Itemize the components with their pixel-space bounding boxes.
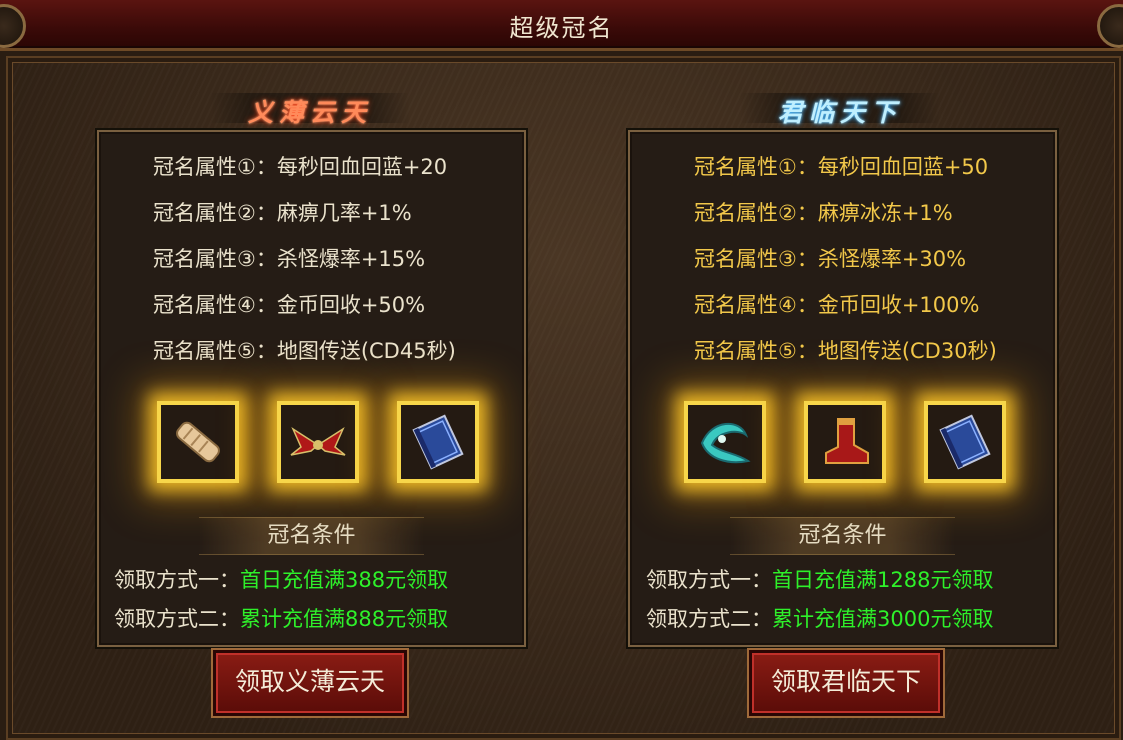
attr-row-3: 冠名属性③：杀怪爆率+15% [153, 247, 426, 271]
right-title-ribbon: 君临天下 [740, 93, 940, 127]
right-panel: 冠名属性①：每秒回血回蓝+50 冠名属性②：麻痹冰冻+1% 冠名属性③：杀怪爆率… [628, 130, 1057, 647]
condition-row-2: 领取方式二：累计充值满3000元领取 [630, 605, 1055, 633]
condition-key: 领取方式二： [114, 607, 240, 631]
window-title: 超级冠名 [509, 14, 614, 42]
condition-row-1: 领取方式一：首日充值满388元领取 [99, 566, 524, 594]
title-bar: 超级冠名 [0, 0, 1123, 51]
condition-value: 累计充值满888元领取 [240, 607, 449, 631]
reward-items [630, 387, 1055, 497]
red-boot-icon[interactable] [804, 401, 886, 483]
claim-left-button[interactable]: 领取义薄云天 [213, 650, 407, 716]
cyan-ribbon-icon[interactable] [684, 401, 766, 483]
condition-key: 领取方式二： [646, 607, 772, 631]
left-title-ribbon: 义薄云天 [210, 93, 410, 127]
attr-row-4: 冠名属性④：金币回收+50% [153, 293, 426, 317]
blue-book-icon[interactable] [924, 401, 1006, 483]
attr-row-5: 冠名属性⑤：地图传送(CD30秒) [694, 339, 997, 363]
red-wings-icon[interactable] [277, 401, 359, 483]
left-panel: 冠名属性①：每秒回血回蓝+20 冠名属性②：麻痹几率+1% 冠名属性③：杀怪爆率… [97, 130, 526, 647]
claim-right-button[interactable]: 领取君临天下 [749, 650, 943, 716]
condition-value: 累计充值满3000元领取 [772, 607, 994, 631]
attr-row-2: 冠名属性②：麻痹冰冻+1% [694, 201, 953, 225]
condition-value: 首日充值满388元领取 [240, 568, 449, 592]
condition-header: 冠名条件 [199, 517, 424, 555]
attr-row-1: 冠名属性①：每秒回血回蓝+20 [153, 155, 448, 179]
attr-row-5: 冠名属性⑤：地图传送(CD45秒) [153, 339, 456, 363]
reward-items [99, 387, 524, 497]
scroll-icon[interactable] [157, 401, 239, 483]
condition-value: 首日充值满1288元领取 [772, 568, 994, 592]
blue-book-icon[interactable] [397, 401, 479, 483]
attr-row-4: 冠名属性④：金币回收+100% [694, 293, 980, 317]
attr-row-2: 冠名属性②：麻痹几率+1% [153, 201, 412, 225]
attr-row-3: 冠名属性③：杀怪爆率+30% [694, 247, 967, 271]
condition-row-1: 领取方式一：首日充值满1288元领取 [630, 566, 1055, 594]
condition-row-2: 领取方式二：累计充值满888元领取 [99, 605, 524, 633]
condition-header: 冠名条件 [730, 517, 955, 555]
attr-row-1: 冠名属性①：每秒回血回蓝+50 [694, 155, 989, 179]
condition-key: 领取方式一： [114, 568, 240, 592]
condition-key: 领取方式一： [646, 568, 772, 592]
